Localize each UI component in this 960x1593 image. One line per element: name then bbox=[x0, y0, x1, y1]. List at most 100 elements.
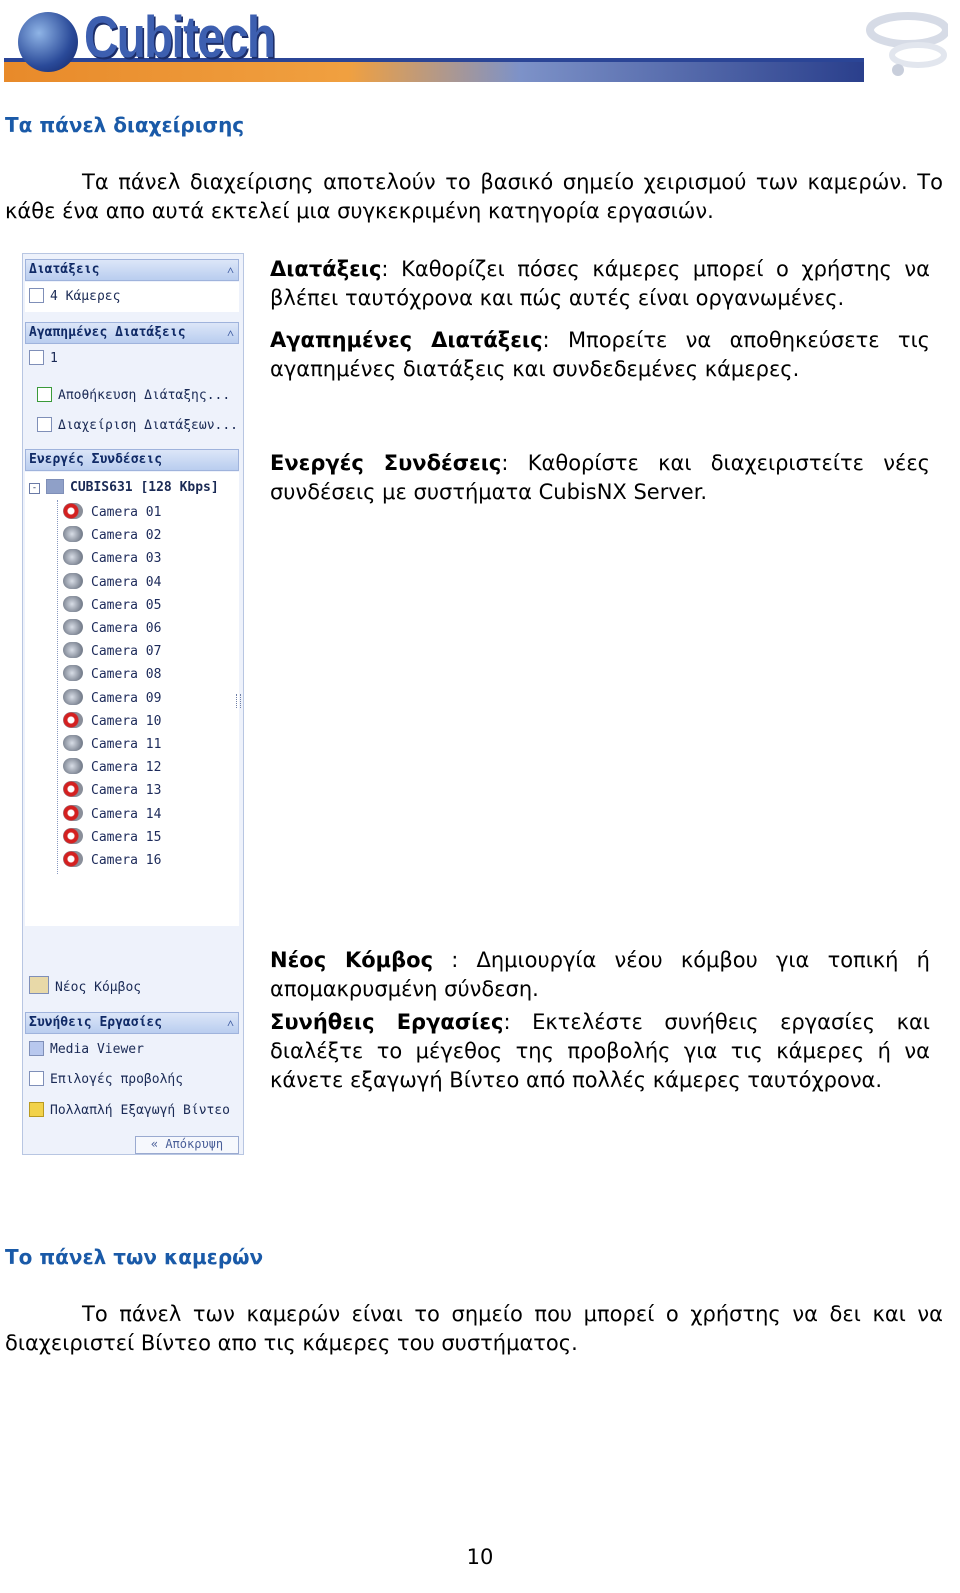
intro-paragraph: Τα πάνελ διαχείρισης αποτελούν το βασικό… bbox=[5, 168, 943, 226]
panel-header-label: Αγαπημένες Διατάξεις bbox=[29, 325, 186, 340]
panel-header-favorites[interactable]: Αγαπημένες Διατάξεις ˄ bbox=[25, 322, 239, 344]
camera-label: Camera 14 bbox=[91, 806, 162, 822]
camera-item[interactable]: Camera 16 bbox=[63, 850, 161, 872]
camera-error-icon bbox=[63, 711, 83, 728]
desc-term: Διατάξεις bbox=[270, 257, 382, 281]
new-node-link[interactable]: Νέος Κόμβος bbox=[29, 976, 141, 998]
section-title-camera-panel: Το πάνελ των καμερών bbox=[5, 1245, 264, 1269]
camera-panel-text: Το πάνελ των καμερών είναι το σημείο που… bbox=[5, 1302, 943, 1355]
camera-label: Camera 06 bbox=[91, 621, 162, 636]
desc-term: Συνήθεις Εργασίες bbox=[270, 1010, 504, 1034]
camera-item[interactable]: Camera 14 bbox=[63, 804, 161, 826]
camera-icon bbox=[63, 688, 83, 705]
camera-item[interactable]: Camera 10 bbox=[63, 711, 161, 733]
camera-icon bbox=[63, 619, 83, 635]
save-layout-link[interactable]: Αποθήκευση Διάταξης... bbox=[37, 385, 230, 407]
tree-connector bbox=[57, 500, 59, 874]
panel-header-layouts[interactable]: Διατάξεις ˄ bbox=[25, 259, 239, 281]
desc-sep: : bbox=[501, 451, 528, 475]
splitter-handle[interactable] bbox=[236, 694, 241, 708]
camera-icon bbox=[63, 595, 83, 612]
camera-item[interactable]: Camera 02 bbox=[63, 525, 161, 547]
desc-favorite-layouts: Αγαπημένες Διατάξεις: Μπορείτε να αποθηκ… bbox=[270, 326, 930, 384]
new-node-label: Νέος Κόμβος bbox=[55, 980, 142, 995]
page-number: 10 bbox=[466, 1545, 494, 1569]
desc-new-node: Νέος Κόμβος : Δημιουργία νέου κόμβου για… bbox=[270, 946, 930, 1004]
favorite-layout-item[interactable]: 1 bbox=[29, 348, 58, 370]
camera-item[interactable]: Camera 03 bbox=[63, 548, 161, 570]
camera-label: Camera 08 bbox=[91, 667, 162, 683]
brand-logo-text: Cubitech bbox=[84, 5, 276, 70]
camera-label: Camera 15 bbox=[91, 829, 162, 845]
desc-active-connections: Ενεργές Συνδέσεις: Καθορίστε και διαχειρ… bbox=[270, 449, 930, 507]
save-layout-label: Αποθήκευση Διάταξης... bbox=[58, 388, 231, 403]
view-options-icon bbox=[29, 1071, 44, 1086]
panel-header-tasks[interactable]: Συνήθεις Εργασίες ˄ bbox=[25, 1012, 239, 1034]
camera-item[interactable]: Camera 07 bbox=[63, 641, 161, 663]
collapse-tree-icon[interactable]: - bbox=[29, 483, 40, 494]
collapse-chevron-icon[interactable]: ˄ bbox=[227, 1013, 234, 1033]
media-viewer-icon bbox=[29, 1041, 44, 1056]
desc-sep: : bbox=[542, 328, 568, 352]
desc-sep: : bbox=[503, 1010, 533, 1034]
server-node[interactable]: - CUBIS631 [128 Kbps] bbox=[29, 477, 219, 499]
camera-label: Camera 13 bbox=[91, 783, 162, 799]
camera-item[interactable]: Camera 05 bbox=[63, 595, 161, 617]
camera-error-icon bbox=[63, 804, 83, 821]
camera-label: Camera 07 bbox=[91, 644, 162, 660]
camera-item[interactable]: Camera 13 bbox=[63, 780, 161, 802]
camera-item[interactable]: Camera 06 bbox=[63, 618, 161, 640]
camera-icon bbox=[63, 665, 83, 682]
collapse-chevron-icon[interactable]: ˄ bbox=[227, 260, 234, 280]
camera-icon bbox=[63, 642, 83, 659]
camera-item[interactable]: Camera 04 bbox=[63, 572, 161, 594]
camera-icon bbox=[63, 526, 83, 543]
section-title-management-panels: Τα πάνελ διαχείρισης bbox=[5, 113, 245, 137]
panel-header-label: Ενεργές Συνδέσεις bbox=[29, 452, 163, 467]
decorative-swirl-icon bbox=[866, 12, 948, 76]
camera-label: Camera 05 bbox=[91, 597, 162, 613]
server-node-label: CUBIS631 [128 Kbps] bbox=[70, 480, 219, 495]
multi-export-label: Πολλαπλή Εξαγωγή Βίντεο bbox=[50, 1103, 231, 1118]
desc-term: Ενεργές Συνδέσεις bbox=[270, 451, 502, 475]
camera-icon bbox=[63, 549, 83, 566]
collapse-chevron-icon[interactable]: ˄ bbox=[227, 323, 234, 343]
camera-label: Camera 10 bbox=[91, 713, 162, 729]
server-icon bbox=[46, 479, 64, 494]
camera-icon bbox=[63, 758, 83, 775]
camera-item[interactable]: Camera 08 bbox=[63, 664, 161, 686]
media-viewer-label: Media Viewer bbox=[50, 1042, 144, 1057]
view-options-label: Επιλογές προβολής bbox=[50, 1072, 184, 1087]
camera-label: Camera 09 bbox=[91, 690, 162, 706]
multi-export-link[interactable]: Πολλαπλή Εξαγωγή Βίντεο bbox=[29, 1100, 230, 1122]
camera-label: Camera 02 bbox=[91, 528, 162, 544]
add-icon bbox=[37, 387, 52, 402]
camera-panel-paragraph: Το πάνελ των καμερών είναι το σημείο που… bbox=[5, 1300, 943, 1358]
favorite-layout-label: 1 bbox=[50, 351, 58, 366]
view-options-link[interactable]: Επιλογές προβολής bbox=[29, 1069, 183, 1091]
camera-item[interactable]: Camera 09 bbox=[63, 688, 161, 710]
desc-sep: : bbox=[433, 948, 477, 972]
camera-item[interactable]: Camera 11 bbox=[63, 734, 161, 756]
camera-error-icon bbox=[63, 827, 83, 844]
camera-item[interactable]: Camera 12 bbox=[63, 757, 161, 779]
camera-error-icon bbox=[63, 851, 83, 867]
panel-header-connections[interactable]: Ενεργές Συνδέσεις bbox=[25, 449, 239, 471]
camera-label: Camera 12 bbox=[91, 760, 162, 776]
camera-item[interactable]: Camera 15 bbox=[63, 827, 161, 849]
document-icon bbox=[37, 417, 52, 432]
grid-icon bbox=[29, 350, 44, 365]
manage-layouts-link[interactable]: Διαχείριση Διατάξεων... bbox=[37, 415, 238, 437]
camera-label: Camera 03 bbox=[91, 551, 162, 567]
camera-item[interactable]: Camera 01 bbox=[63, 502, 161, 524]
layout-selector[interactable]: 4 Κάμερες bbox=[29, 286, 120, 308]
media-viewer-link[interactable]: Media Viewer bbox=[29, 1039, 144, 1061]
export-icon bbox=[29, 1102, 44, 1117]
layout-value: 4 Κάμερες bbox=[50, 289, 121, 304]
desc-common-tasks: Συνήθεις Εργασίες: Εκτελέστε συνήθεις ερ… bbox=[270, 1008, 930, 1095]
manage-layouts-label: Διαχείριση Διατάξεων... bbox=[58, 418, 239, 433]
cubitech-logo-icon bbox=[18, 12, 78, 72]
panel-header-label: Διατάξεις bbox=[29, 262, 100, 277]
hide-panel-button[interactable]: « Απόκρυψη bbox=[135, 1136, 239, 1154]
grid-icon bbox=[29, 288, 44, 303]
